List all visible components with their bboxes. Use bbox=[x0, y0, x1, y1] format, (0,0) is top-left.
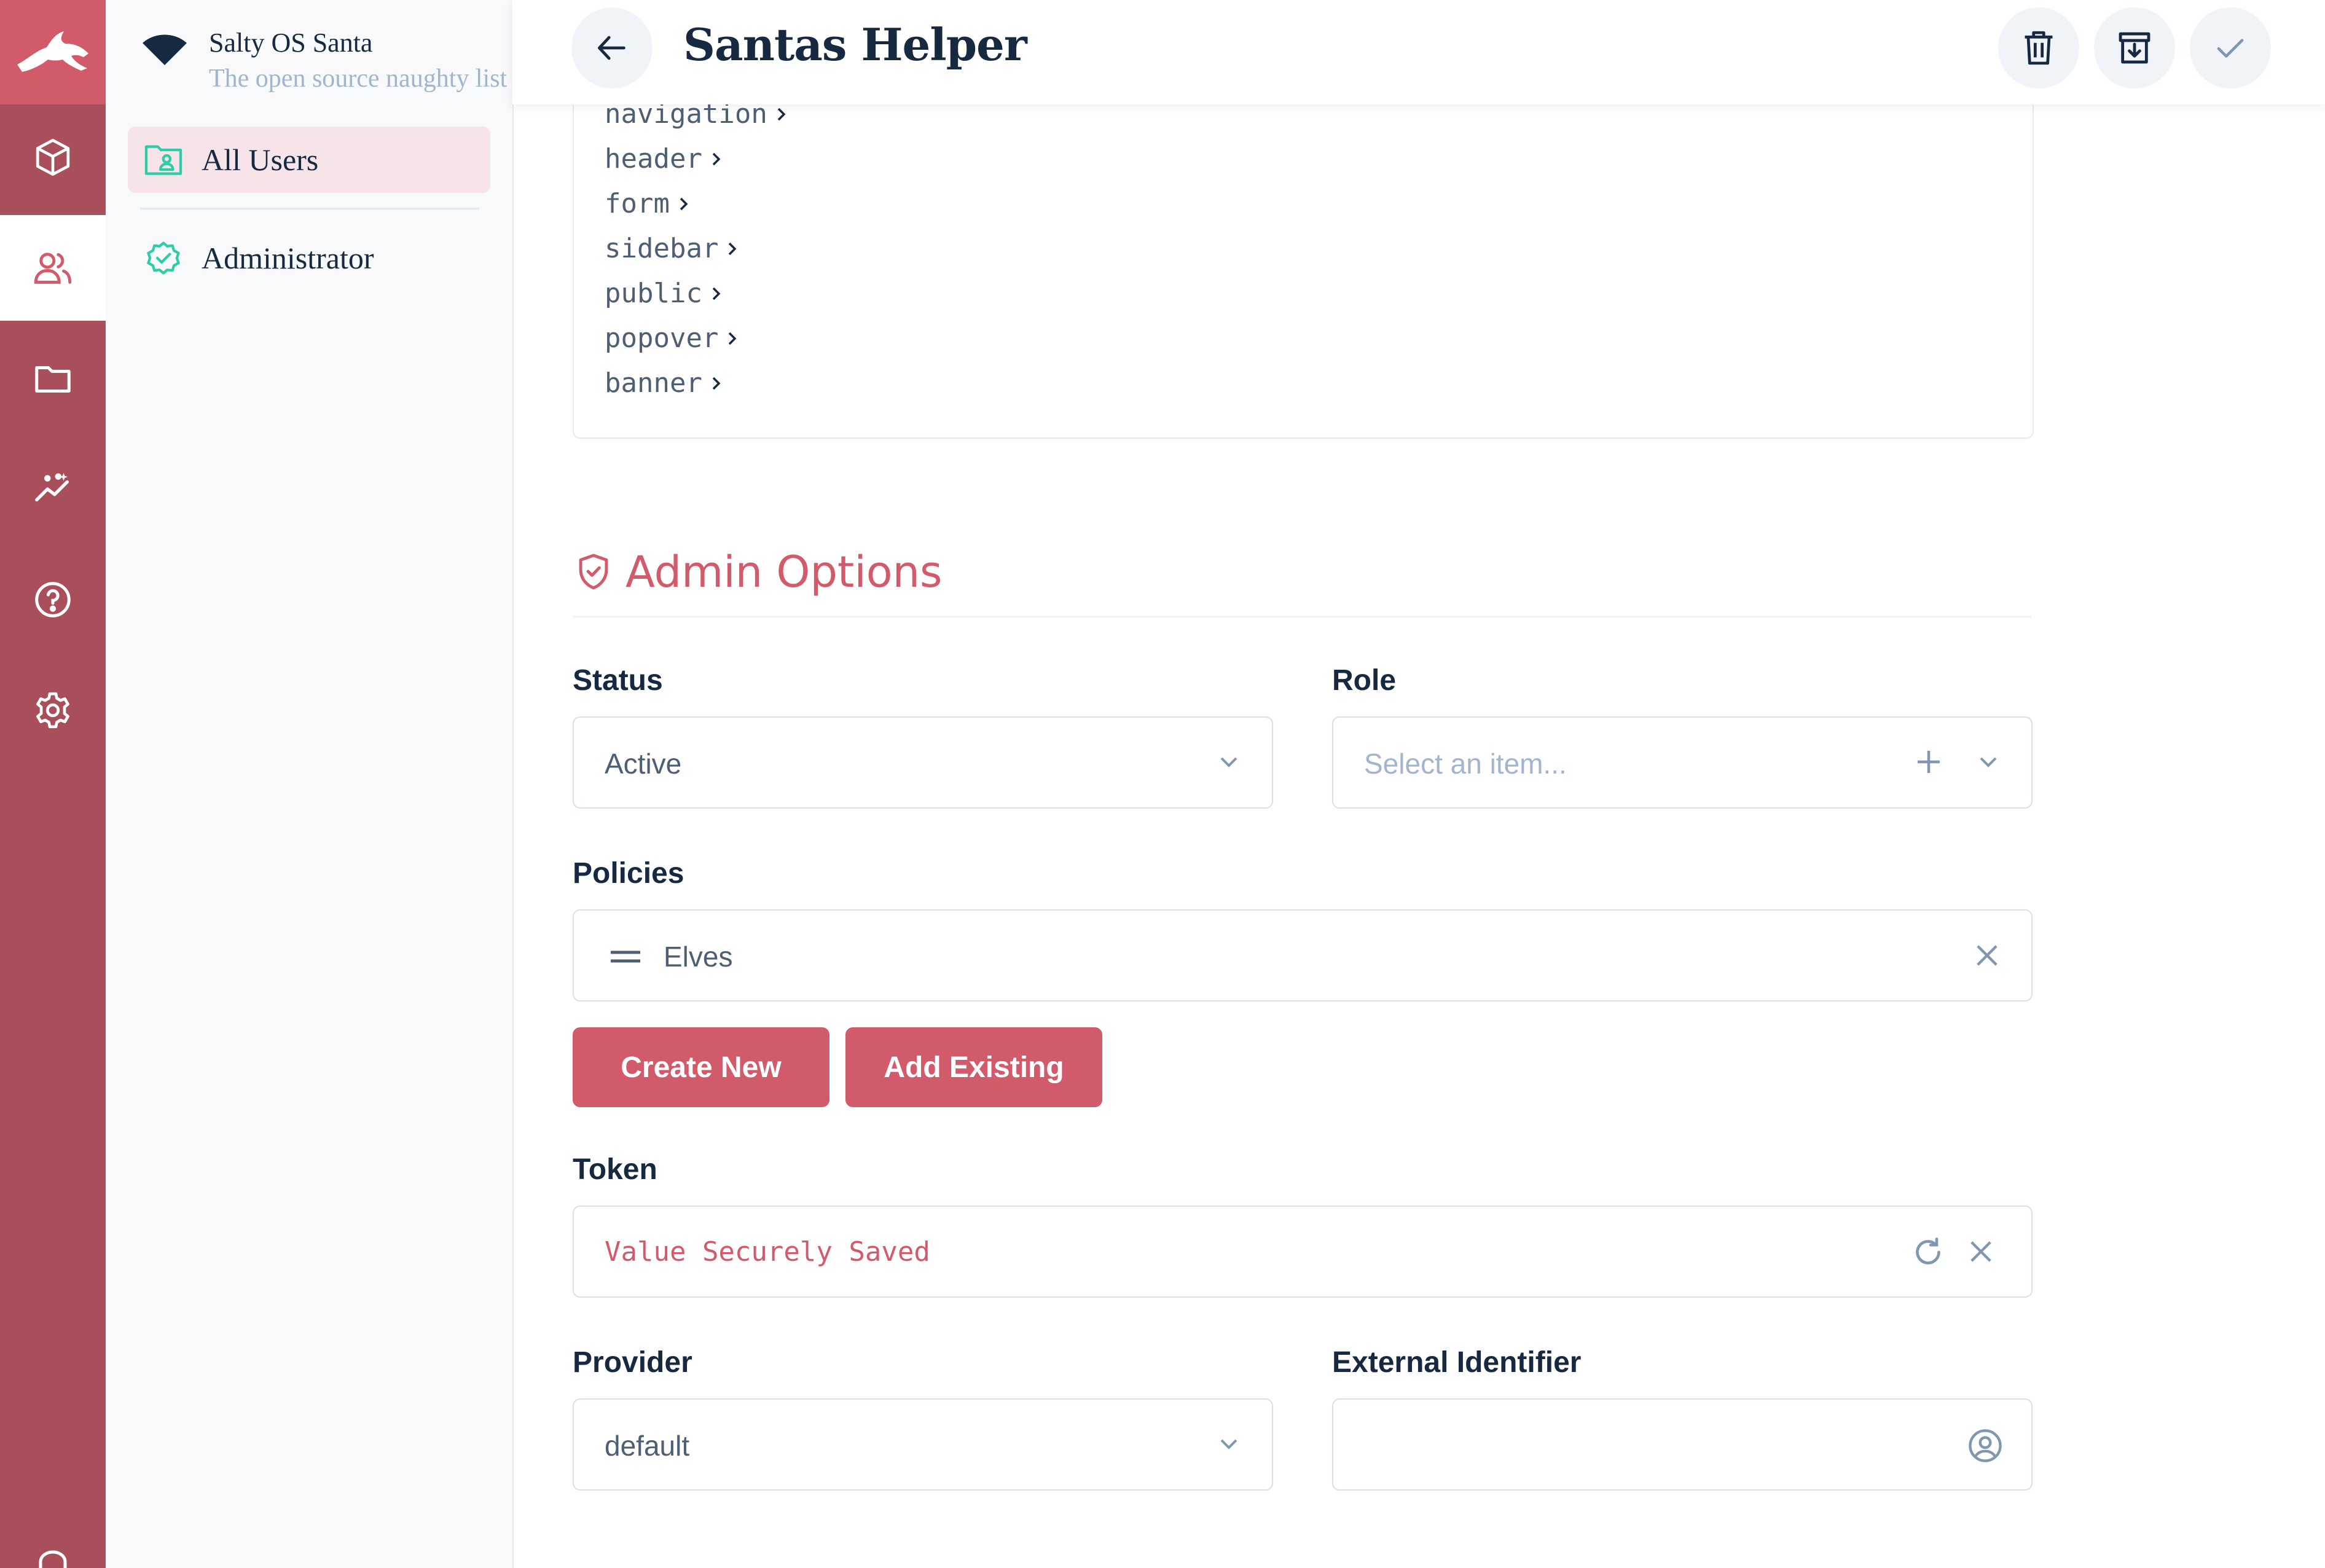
token-label: Token bbox=[573, 1153, 657, 1186]
permissions-tree: navigation header form sidebar public po… bbox=[573, 74, 2034, 439]
page-title: Santas Helper bbox=[683, 18, 1027, 71]
notifications-icon[interactable] bbox=[36, 1548, 70, 1568]
save-check-icon bbox=[2217, 39, 2244, 58]
module-users[interactable] bbox=[0, 215, 106, 321]
chevron-down-icon[interactable] bbox=[1974, 747, 2003, 777]
drag-handle-icon[interactable] bbox=[610, 947, 641, 966]
close-icon[interactable] bbox=[1965, 1236, 1997, 1268]
content-cube-icon bbox=[36, 138, 70, 176]
policy-name: Elves bbox=[664, 941, 733, 973]
status-value: Active bbox=[605, 748, 682, 780]
folder-icon bbox=[35, 366, 71, 393]
create-new-button[interactable]: Create New bbox=[573, 1027, 829, 1107]
provider-value: default bbox=[605, 1430, 690, 1462]
chevron-right-icon bbox=[729, 242, 737, 255]
settings-icon bbox=[36, 692, 69, 729]
admin-options-heading: Admin Options bbox=[575, 547, 942, 597]
chevron-right-icon bbox=[712, 377, 721, 390]
add-existing-button[interactable]: Add Existing bbox=[845, 1027, 1102, 1107]
plus-icon[interactable] bbox=[1912, 745, 1945, 778]
module-settings[interactable] bbox=[0, 657, 106, 763]
chevron-down-icon bbox=[1220, 1439, 1237, 1449]
status-select[interactable]: Active bbox=[573, 716, 1273, 809]
module-help[interactable] bbox=[0, 547, 106, 653]
arrow-left-icon bbox=[598, 36, 625, 60]
module-insights[interactable] bbox=[0, 436, 106, 542]
section-divider bbox=[573, 616, 2031, 617]
shield-check-icon bbox=[579, 554, 608, 590]
archive-icon bbox=[2119, 32, 2151, 64]
module-content[interactable] bbox=[0, 104, 106, 210]
external-identifier-input[interactable] bbox=[1332, 1398, 2033, 1491]
tree-item[interactable]: form bbox=[605, 188, 691, 219]
role-select[interactable]: Select an item... bbox=[1332, 716, 2033, 809]
wifi-icon bbox=[143, 34, 187, 65]
provider-label: Provider bbox=[573, 1346, 692, 1379]
tree-item[interactable]: public bbox=[605, 278, 723, 309]
chevron-down-icon bbox=[1220, 757, 1237, 767]
project-info[interactable]: Salty OS Santa The open source naughty l… bbox=[141, 15, 507, 93]
close-icon[interactable] bbox=[1971, 939, 2003, 971]
role-placeholder: Select an item... bbox=[1364, 748, 1567, 780]
tree-item[interactable]: popover bbox=[605, 323, 739, 354]
chevron-right-icon bbox=[712, 287, 721, 300]
token-field[interactable]: Value Securely Saved bbox=[573, 1205, 2033, 1298]
verified-badge-icon bbox=[147, 241, 180, 275]
policies-label: Policies bbox=[573, 857, 684, 890]
policy-item[interactable]: Elves bbox=[573, 909, 2033, 1002]
archive-button[interactable] bbox=[2094, 7, 2175, 88]
header-bar: Santas Helper bbox=[512, 0, 2325, 104]
nav-item-label: All Users bbox=[202, 143, 319, 177]
main-content: navigation header form sidebar public po… bbox=[512, 0, 2325, 1568]
users-icon bbox=[34, 253, 72, 284]
account-circle-icon bbox=[1969, 1429, 2002, 1462]
refresh-icon[interactable] bbox=[1911, 1235, 1945, 1269]
folder-user-icon bbox=[144, 145, 182, 175]
tree-item[interactable]: header bbox=[605, 143, 723, 174]
status-label: Status bbox=[573, 664, 663, 697]
project-name: Salty OS Santa bbox=[209, 28, 373, 58]
insights-icon bbox=[35, 472, 69, 502]
nav-item-administrator[interactable]: Administrator bbox=[128, 225, 490, 291]
rabbit-logo-icon bbox=[17, 31, 88, 72]
nav-divider bbox=[140, 208, 479, 210]
nav-item-label: Administrator bbox=[202, 241, 374, 275]
provider-select[interactable]: default bbox=[573, 1398, 1273, 1491]
role-label: Role bbox=[1332, 664, 1397, 697]
app-logo[interactable] bbox=[0, 0, 106, 104]
chevron-right-icon bbox=[680, 197, 688, 210]
tree-item[interactable]: sidebar bbox=[605, 233, 739, 264]
nav-item-all-users[interactable]: All Users bbox=[128, 127, 490, 193]
save-button[interactable] bbox=[2190, 7, 2271, 88]
chevron-right-icon bbox=[712, 152, 721, 165]
back-button[interactable] bbox=[571, 7, 653, 88]
tree-item[interactable]: banner bbox=[605, 367, 723, 399]
module-files[interactable] bbox=[0, 326, 106, 431]
help-icon bbox=[35, 582, 71, 617]
chevron-right-icon bbox=[777, 108, 786, 120]
delete-button[interactable] bbox=[1998, 7, 2079, 88]
token-value: Value Securely Saved bbox=[605, 1236, 930, 1268]
delete-icon bbox=[2025, 31, 2053, 65]
chevron-right-icon bbox=[729, 332, 737, 345]
external-identifier-label: External Identifier bbox=[1332, 1346, 1582, 1379]
module-bar bbox=[0, 0, 106, 1568]
navigation-panel: Salty OS Santa The open source naughty l… bbox=[106, 0, 514, 1568]
